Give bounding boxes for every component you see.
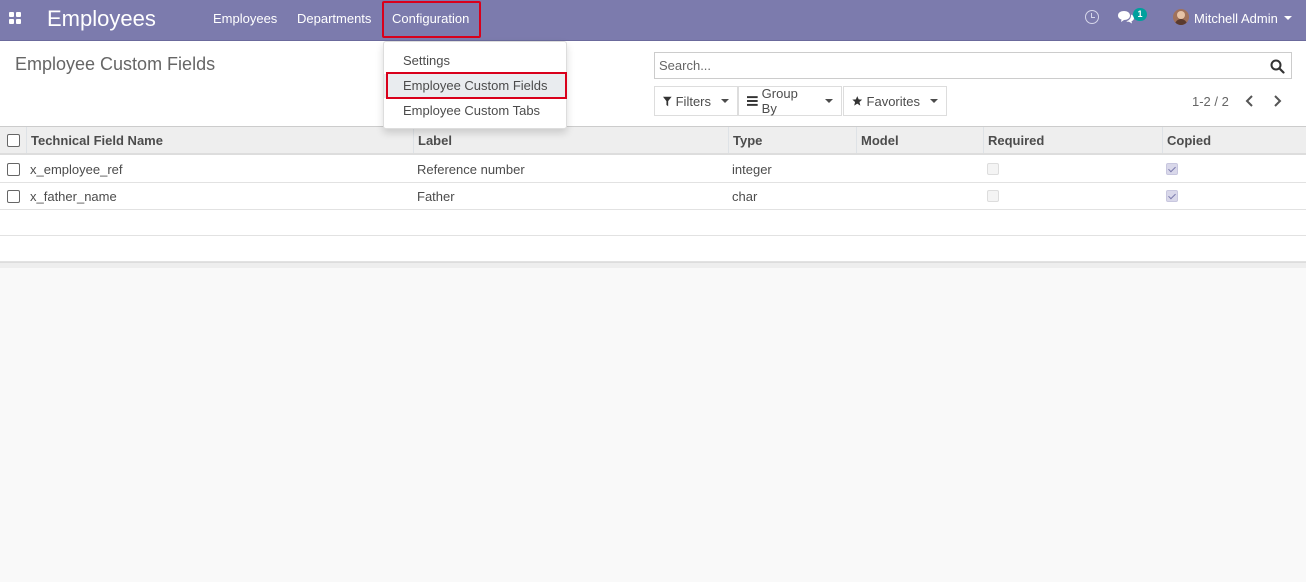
favorites-caret-icon bbox=[930, 99, 938, 103]
cell-label: Reference number bbox=[417, 161, 525, 177]
select-all-cell bbox=[0, 127, 26, 153]
column-header-copied[interactable]: Copied bbox=[1162, 127, 1306, 153]
column-header-technical-name[interactable]: Technical Field Name bbox=[26, 127, 413, 153]
empty-row bbox=[0, 210, 1306, 236]
copied-checkbox bbox=[1166, 190, 1178, 202]
row-checkbox[interactable] bbox=[6, 162, 20, 176]
cell-model bbox=[856, 183, 983, 209]
filters-button[interactable]: Filters bbox=[654, 86, 738, 116]
pager-previous-icon[interactable] bbox=[1243, 94, 1257, 108]
group-by-caret-icon bbox=[825, 99, 833, 103]
cell-technical-name: x_father_name bbox=[30, 188, 117, 204]
pager-next-icon[interactable] bbox=[1270, 94, 1284, 108]
top-navbar: Employees Employees Departments Configur… bbox=[0, 0, 1306, 41]
filters-label: Filters bbox=[675, 93, 711, 109]
apps-menu-icon[interactable] bbox=[9, 12, 21, 24]
cell-copied bbox=[1162, 156, 1306, 182]
control-panel: Employee Custom Fields Filters Group By … bbox=[0, 41, 1306, 127]
cell-label: Father bbox=[417, 188, 455, 204]
row-checkbox[interactable] bbox=[6, 189, 20, 203]
favorites-star-icon bbox=[852, 96, 863, 106]
required-checkbox bbox=[987, 163, 999, 175]
filter-funnel-icon bbox=[663, 96, 672, 106]
configuration-highlight-box bbox=[382, 1, 481, 38]
user-menu-name[interactable]: Mitchell Admin bbox=[1194, 11, 1278, 26]
column-header-model[interactable]: Model bbox=[856, 127, 983, 153]
cell-type: char bbox=[732, 188, 758, 204]
empty-row bbox=[0, 236, 1306, 262]
column-header-type[interactable]: Type bbox=[728, 127, 856, 153]
page-title: Employee Custom Fields bbox=[15, 54, 216, 74]
nav-employees[interactable]: Employees bbox=[213, 11, 277, 26]
dropdown-item-employee-custom-tabs[interactable]: Employee Custom Tabs bbox=[384, 99, 566, 123]
copied-checkbox bbox=[1166, 163, 1178, 175]
group-by-bars-icon bbox=[747, 96, 758, 106]
favorites-label: Favorites bbox=[866, 93, 920, 109]
app-brand[interactable]: Employees bbox=[47, 6, 156, 32]
column-header-label[interactable]: Label bbox=[413, 127, 728, 153]
dropdown-item-settings[interactable]: Settings bbox=[384, 49, 566, 73]
list-view: Technical Field Name Label Type Model Re… bbox=[0, 127, 1306, 263]
search-bar[interactable] bbox=[654, 52, 1292, 79]
group-by-button[interactable]: Group By bbox=[738, 86, 842, 116]
table-row[interactable]: x_employee_ref Reference number integer bbox=[0, 156, 1306, 183]
table-header-row: Technical Field Name Label Type Model Re… bbox=[0, 127, 1306, 155]
cell-required bbox=[983, 156, 1162, 182]
cell-required bbox=[983, 183, 1162, 209]
row-select-cell bbox=[0, 156, 26, 182]
cell-type: integer bbox=[732, 161, 772, 177]
cell-model bbox=[856, 156, 983, 182]
row-select-cell bbox=[0, 183, 26, 209]
cell-technical-name: x_employee_ref bbox=[30, 161, 123, 177]
cell-copied bbox=[1162, 183, 1306, 209]
search-input[interactable] bbox=[659, 53, 1259, 78]
required-checkbox bbox=[987, 190, 999, 202]
chat-count-badge: 1 bbox=[1133, 8, 1147, 21]
activity-clock-icon[interactable] bbox=[1085, 10, 1099, 24]
favorites-button[interactable]: Favorites bbox=[843, 86, 947, 116]
dropdown-item-employee-custom-fields[interactable]: Employee Custom Fields bbox=[384, 74, 566, 98]
configuration-dropdown: Settings Employee Custom Fields Employee… bbox=[383, 41, 567, 129]
select-all-checkbox[interactable] bbox=[6, 133, 20, 147]
search-icon[interactable] bbox=[1270, 59, 1285, 74]
column-header-required[interactable]: Required bbox=[983, 127, 1162, 153]
filters-caret-icon bbox=[721, 99, 729, 103]
group-by-label: Group By bbox=[761, 86, 798, 116]
user-menu-caret-icon[interactable] bbox=[1284, 16, 1292, 20]
pager-value[interactable]: 1-2 / 2 bbox=[1192, 94, 1229, 109]
user-avatar[interactable] bbox=[1173, 9, 1189, 25]
list-footer-strip bbox=[0, 263, 1306, 268]
table-row[interactable]: x_father_name Father char bbox=[0, 183, 1306, 210]
nav-departments[interactable]: Departments bbox=[297, 11, 371, 26]
